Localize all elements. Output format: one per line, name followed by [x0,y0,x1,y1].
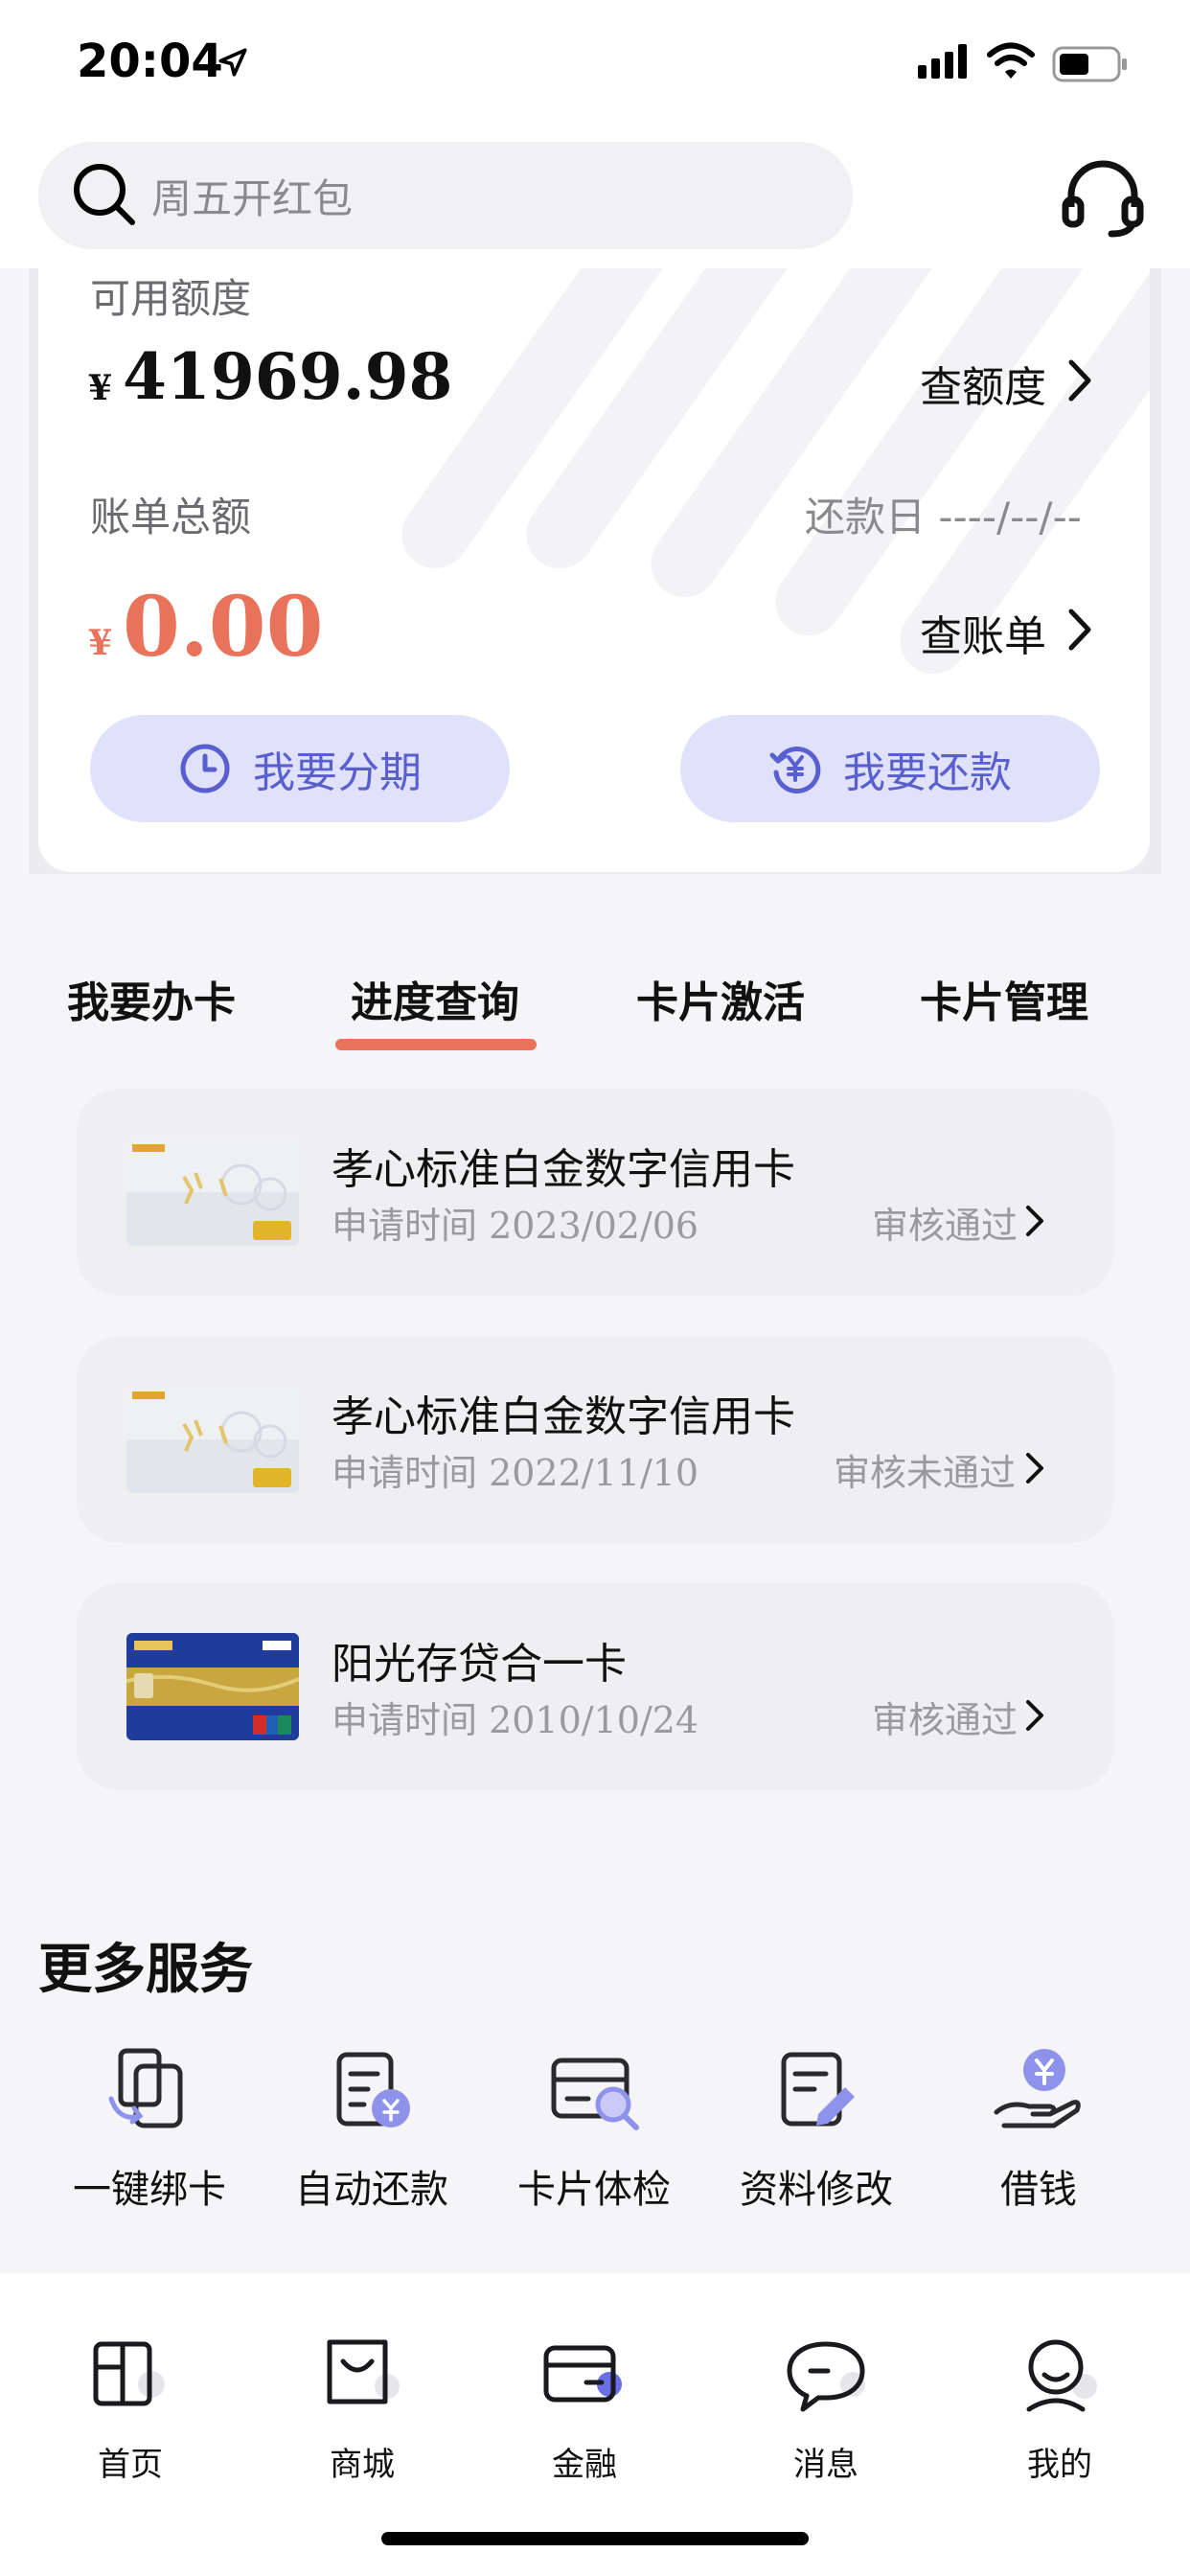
nav-label: 首页 [98,2446,163,2484]
service-label: 自动还款 [295,2168,448,2212]
battery-icon [1052,46,1127,82]
cellular-signal-icon [918,44,967,79]
bind-card-icon [108,2048,183,2128]
home-indicator[interactable] [381,2532,809,2545]
more-services-title: 更多服务 [38,1939,253,2001]
nav-label: 商城 [330,2446,395,2484]
chevron-right-icon [1026,1700,1043,1731]
card-application-item[interactable]: 孝心标准白金数字信用卡 申请时间 2022/11/10 审核未通过 [77,1336,1113,1543]
service-edit-info[interactable]: 资料修改 [721,2041,912,2214]
chevron-right-icon[interactable] [1065,358,1094,402]
card-check-icon [551,2058,639,2130]
auto-repay-icon [336,2052,410,2128]
service-label: 资料修改 [740,2168,893,2212]
card-apply-date: 申请时间 2010/10/24 [332,1699,699,1741]
location-arrow-icon [218,48,247,77]
card-review-status: 审核通过 [872,1699,1018,1741]
home-icon [93,2341,165,2406]
repay-button[interactable]: 我要还款 [680,715,1100,822]
tab-card-activation[interactable]: 卡片激活 [636,968,805,1029]
nav-home[interactable]: 首页 [44,2329,217,2485]
service-auto-repay[interactable]: 自动还款 [276,2041,468,2214]
wifi-icon [987,42,1035,79]
available-credit-amount: 41969.98 [123,339,453,414]
profile-icon [1026,2339,1097,2412]
installment-button[interactable]: 我要分期 [90,715,510,822]
service-label: 一键绑卡 [73,2168,226,2212]
white-platinum-card-thumbnail [126,1138,299,1246]
service-label: 借钱 [1000,2168,1077,2212]
status-time: 20:04 [77,34,223,88]
card-name: 阳光存贷合一卡 [332,1640,627,1689]
repay-button-label: 我要还款 [843,748,1012,797]
nav-message[interactable]: 消息 [740,2329,912,2485]
chevron-right-icon[interactable] [1065,608,1094,652]
mall-icon [327,2339,400,2404]
nav-label: 金融 [552,2446,617,2484]
white-platinum-card-thumbnail [126,1386,299,1493]
bill-currency-symbol: ¥ [88,623,113,663]
nav-label: 消息 [793,2446,858,2484]
bill-total-amount: 0.00 [123,579,324,676]
nav-label: 我的 [1027,2446,1092,2484]
check-credit-link[interactable]: 查额度 [920,353,1046,414]
card-apply-date: 申请时间 2023/02/06 [332,1205,699,1247]
card-review-status: 审核通过 [872,1205,1018,1247]
search-icon [74,164,135,225]
nav-mall[interactable]: 商城 [276,2329,448,2485]
message-icon [787,2341,865,2412]
customer-service-headset-icon[interactable] [1062,157,1144,240]
tab-card-management[interactable]: 卡片管理 [920,968,1088,1029]
card-review-status: 审核未通过 [834,1452,1017,1494]
nav-finance[interactable]: 金融 [498,2329,671,2485]
search-placeholder[interactable]: 周五开红包 [151,167,353,225]
active-tab-indicator [335,1039,537,1050]
chevron-right-icon [1026,1206,1043,1236]
card-application-item[interactable]: 阳光存贷合一卡 申请时间 2010/10/24 审核通过 [77,1583,1113,1790]
service-bind-card[interactable]: 一键绑卡 [54,2041,245,2214]
card-apply-date: 申请时间 2022/11/10 [332,1452,699,1494]
card-application-item[interactable]: 孝心标准白金数字信用卡 申请时间 2023/02/06 审核通过 [77,1089,1113,1296]
service-card-check[interactable]: 卡片体检 [498,2041,690,2214]
borrow-icon [994,2049,1081,2128]
service-label: 卡片体检 [517,2168,671,2212]
clock-icon [180,744,230,794]
tab-apply-card[interactable]: 我要办卡 [67,968,236,1029]
blue-gold-card-thumbnail [126,1633,299,1740]
service-borrow[interactable]: 借钱 [943,2041,1134,2214]
nav-profile[interactable]: 我的 [973,2329,1146,2485]
check-bill-link[interactable]: 查账单 [920,602,1046,663]
finance-icon [543,2345,622,2403]
installment-button-label: 我要分期 [253,748,422,797]
bill-total-label: 账单总额 [90,494,252,540]
repayment-due-date: 还款日 ----/--/-- [805,494,1082,540]
edit-info-icon [781,2052,855,2127]
card-name: 孝心标准白金数字信用卡 [332,1392,795,1441]
available-credit-label: 可用额度 [90,275,252,322]
repay-yuan-icon [769,747,821,794]
credit-currency-symbol: ¥ [88,368,113,408]
chevron-right-icon [1026,1453,1043,1484]
tab-progress-query[interactable]: 进度查询 [351,968,519,1029]
card-name: 孝心标准白金数字信用卡 [332,1145,795,1194]
